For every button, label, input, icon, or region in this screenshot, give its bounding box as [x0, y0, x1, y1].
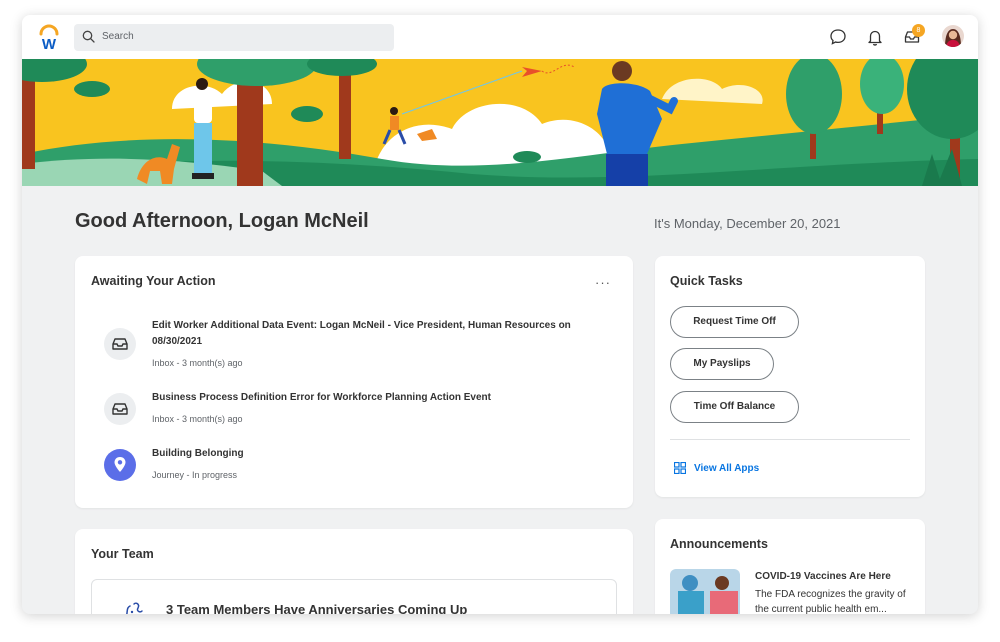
announcements-title: Announcements — [670, 537, 768, 551]
bell-icon[interactable] — [865, 27, 885, 47]
your-team-card: Your Team 3 Team Members Have Anniversar… — [75, 529, 633, 614]
announcement-thumbnail[interactable] — [670, 569, 740, 614]
task-title[interactable]: Business Process Definition Error for Wo… — [152, 390, 592, 406]
announcements-card: Announcements COVID-19 Vaccines Are Here… — [655, 519, 925, 614]
task-icon-circle — [104, 449, 136, 481]
quick-tasks-card: Quick Tasks Request Time Off My Payslips… — [655, 256, 925, 497]
top-bar: W Search 8 — [22, 15, 978, 59]
my-payslips-button[interactable]: My Payslips — [670, 348, 774, 380]
request-time-off-button[interactable]: Request Time Off — [670, 306, 799, 338]
user-avatar[interactable] — [942, 25, 964, 47]
chat-icon[interactable] — [828, 27, 848, 47]
awaiting-action-title: Awaiting Your Action — [91, 274, 216, 288]
notification-badge: 8 — [912, 24, 925, 37]
task-title[interactable]: Building Belonging — [152, 446, 592, 462]
page-title: Good Afternoon, Logan McNeil — [75, 210, 369, 233]
task-meta: Inbox - 3 month(s) ago — [152, 358, 243, 368]
view-all-apps-link[interactable]: View All Apps — [674, 462, 686, 477]
hero-banner-illustration — [22, 59, 978, 186]
logo-letter: W — [42, 36, 57, 50]
location-pin-icon — [104, 449, 136, 481]
grid-icon — [674, 462, 686, 474]
app-window: W Search 8 — [22, 15, 978, 614]
quick-tasks-title: Quick Tasks — [670, 274, 743, 288]
view-all-apps-label[interactable]: View All Apps — [694, 463, 759, 474]
announcement-title[interactable]: COVID-19 Vaccines Are Here — [755, 571, 891, 582]
current-date: It's Monday, December 20, 2021 — [654, 216, 841, 231]
anniversaries-card[interactable]: 3 Team Members Have Anniversaries Coming… — [91, 579, 617, 614]
divider — [670, 439, 910, 440]
more-options-icon[interactable]: ··· — [595, 275, 611, 290]
inbox-icon — [104, 393, 136, 425]
task-item[interactable]: Edit Worker Additional Data Event: Logan… — [91, 318, 591, 374]
task-item[interactable]: Business Process Definition Error for Wo… — [91, 390, 591, 430]
task-meta: Inbox - 3 month(s) ago — [152, 414, 243, 424]
announcement-body: The FDA recognizes the gravity of the cu… — [755, 587, 911, 614]
workday-logo[interactable]: W — [38, 24, 60, 50]
awaiting-action-card: Awaiting Your Action ··· Edit Worker Add… — [75, 256, 633, 508]
task-title[interactable]: Edit Worker Additional Data Event: Logan… — [152, 318, 592, 350]
task-meta: Journey - In progress — [152, 470, 237, 480]
search-input[interactable]: Search — [74, 24, 394, 51]
search-icon — [82, 30, 95, 43]
search-placeholder: Search — [102, 31, 134, 42]
celebration-icon — [122, 600, 146, 614]
inbox-icon — [104, 328, 136, 360]
task-icon-circle — [104, 328, 136, 360]
anniversaries-text[interactable]: 3 Team Members Have Anniversaries Coming… — [166, 602, 467, 614]
your-team-title: Your Team — [91, 547, 154, 561]
task-item[interactable]: Building Belonging Journey - In progress — [91, 446, 591, 486]
time-off-balance-button[interactable]: Time Off Balance — [670, 391, 799, 423]
task-icon-circle — [104, 393, 136, 425]
